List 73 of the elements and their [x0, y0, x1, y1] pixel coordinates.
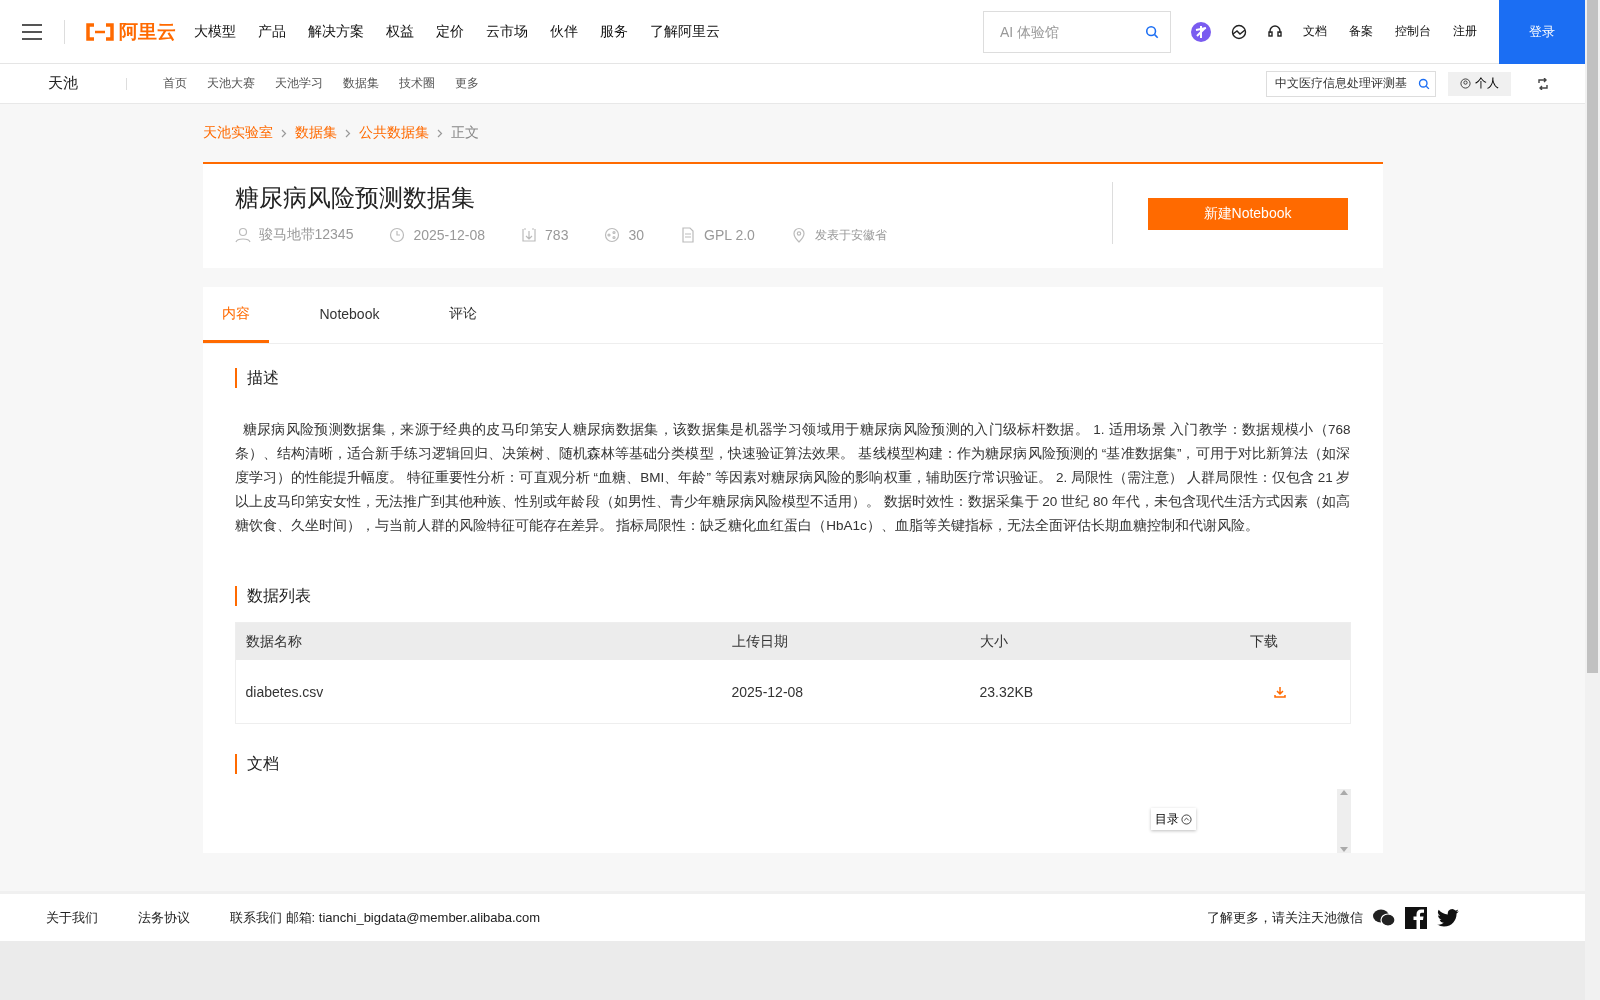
f-square-icon[interactable]: [1405, 906, 1427, 929]
section-heading: 数据列表: [234, 586, 1351, 606]
nav-link[interactable]: 服务: [600, 22, 628, 41]
search-field[interactable]: AI 体验馆: [983, 10, 1171, 53]
search-icon: [1418, 77, 1430, 90]
nav-link[interactable]: 定价: [436, 22, 464, 41]
meta-text: 骏马地带12345: [258, 226, 354, 244]
section-heading: 文档: [234, 754, 1351, 774]
chevron-icon: [344, 128, 351, 138]
meta-text: 发表于安徽省: [814, 226, 887, 244]
headset-icon[interactable]: [1267, 23, 1283, 40]
nav-link[interactable]: 控制台: [1395, 23, 1431, 40]
column-header: 下载: [1249, 632, 1279, 651]
chevron-up-circle-icon: [1180, 813, 1192, 825]
contact-text: 联系我们 邮箱: tianchi_bigdata@member.alibaba.com: [230, 908, 541, 927]
download-icon: [521, 227, 538, 243]
nav-link[interactable]: 大模型: [194, 22, 236, 41]
clock-icon: [389, 227, 406, 243]
nav-link[interactable]: 产品: [258, 22, 286, 41]
location-pin-icon: [790, 227, 807, 243]
nav-link[interactable]: 首页: [163, 75, 187, 92]
nav-link[interactable]: 伙伴: [550, 22, 578, 41]
nav-link[interactable]: 备案: [1349, 23, 1373, 40]
login-button[interactable]: 登录: [1499, 0, 1585, 64]
column-header: 上传日期: [731, 632, 789, 651]
section-heading: 描述: [234, 368, 1351, 388]
download-icon[interactable]: [1273, 685, 1286, 698]
table-cell-text: 2025-12-08: [731, 683, 805, 700]
nav-link[interactable]: 云市场: [486, 22, 528, 41]
bird-icon[interactable]: [1437, 908, 1459, 927]
menu-icon[interactable]: [22, 23, 42, 40]
nav-link[interactable]: 解决方案: [308, 22, 364, 41]
chevron-icon: [280, 128, 287, 138]
toc-button[interactable]: 目录: [1150, 808, 1196, 830]
nav-link[interactable]: 权益: [386, 22, 414, 41]
chat-bubbles-icon[interactable]: [1373, 908, 1395, 927]
follow-text: 了解更多，请关注天池微信: [1207, 908, 1363, 927]
footer-link[interactable]: 关于我们: [46, 908, 98, 927]
search-field[interactable]: 中文医疗信息处理评测基: [1266, 70, 1436, 97]
search-icon: [1145, 24, 1159, 39]
person-icon: [234, 227, 251, 243]
meta-text: 30: [628, 227, 644, 243]
nav-link[interactable]: 天池学习: [275, 75, 323, 92]
user-circle-icon: [1460, 78, 1471, 89]
document-icon: [680, 227, 696, 243]
personal-button[interactable]: 个人: [1448, 71, 1511, 96]
nav-link[interactable]: 了解阿里云: [650, 22, 720, 41]
table-cell-text: diabetes.csv: [245, 683, 325, 700]
brand-name[interactable]: 天池: [48, 74, 78, 93]
column-header: 数据名称: [245, 632, 303, 651]
nav-link[interactable]: 文档: [1303, 23, 1327, 40]
scrollbar-thumb[interactable]: [1587, 0, 1598, 673]
table-cell-text: 23.32KB: [979, 683, 1035, 700]
nav-link[interactable]: 天池大赛: [207, 75, 255, 92]
switch-icon[interactable]: [1537, 77, 1549, 90]
meta-text: GPL 2.0: [704, 227, 755, 243]
footer-link[interactable]: 法务协议: [138, 908, 190, 927]
nav-link[interactable]: 技术圈: [399, 75, 435, 92]
tab[interactable]: Notebook: [300, 287, 399, 343]
share-icon: [604, 227, 621, 243]
meta-text: 2025-12-08: [413, 227, 486, 243]
tab[interactable]: 评论: [430, 287, 497, 343]
meta-text: 783: [545, 227, 569, 243]
breadcrumb-current[interactable]: 正文: [450, 124, 479, 142]
nav-link[interactable]: 注册: [1453, 23, 1477, 40]
dataset-title: 糖尿病风险预测数据集: [234, 183, 476, 214]
sparkle-badge-icon[interactable]: [1191, 21, 1211, 42]
nav-link[interactable]: 更多: [455, 75, 479, 92]
globe-icon[interactable]: [1231, 23, 1247, 40]
column-header: 大小: [979, 632, 1009, 651]
chevron-icon: [436, 128, 443, 138]
nav-link[interactable]: 数据集: [343, 75, 379, 92]
description-text: 糖尿病风险预测数据集，来源于经典的皮马印第安人糖尿病数据集，该数据集是机器学习领域用于糖尿病风险预测的入门级标杆数据。 1. 适用场景 入门教学：数据规模小（768 条）、结构清晰，适合新手练习逻辑回归、决策树、随机森林等基础分类模型，快速验证算法效果。 基线模型构建：作为糖尿病风险预测的 “基准数据集”，可用于对比新算法（如深度学习）的性能提升幅度。 特征重要性分析：可直观分析 “血糖、BMI、年龄” 等因素对糖尿病风险的影响权重，辅助医疗常识验证。 2. 局限性（需注意） 人群局限性：仅包含 21 岁以上皮马印第安女性，无法推广到其他种族、性别或年龄段（如男性、青少年糖尿病风险模型不适用）。 数据时效性：数据采集于 20 世纪 80 年代，未包含现代生活方式因素（如高糖饮食、久坐时间），与当前人群的风险特征可能存在差异。 指标局限性：缺乏糖化血红蛋白（HbA1c）、血脂等关键指标，无法全面评估长期血糖控制和代谢风险。: [234, 421, 1351, 535]
